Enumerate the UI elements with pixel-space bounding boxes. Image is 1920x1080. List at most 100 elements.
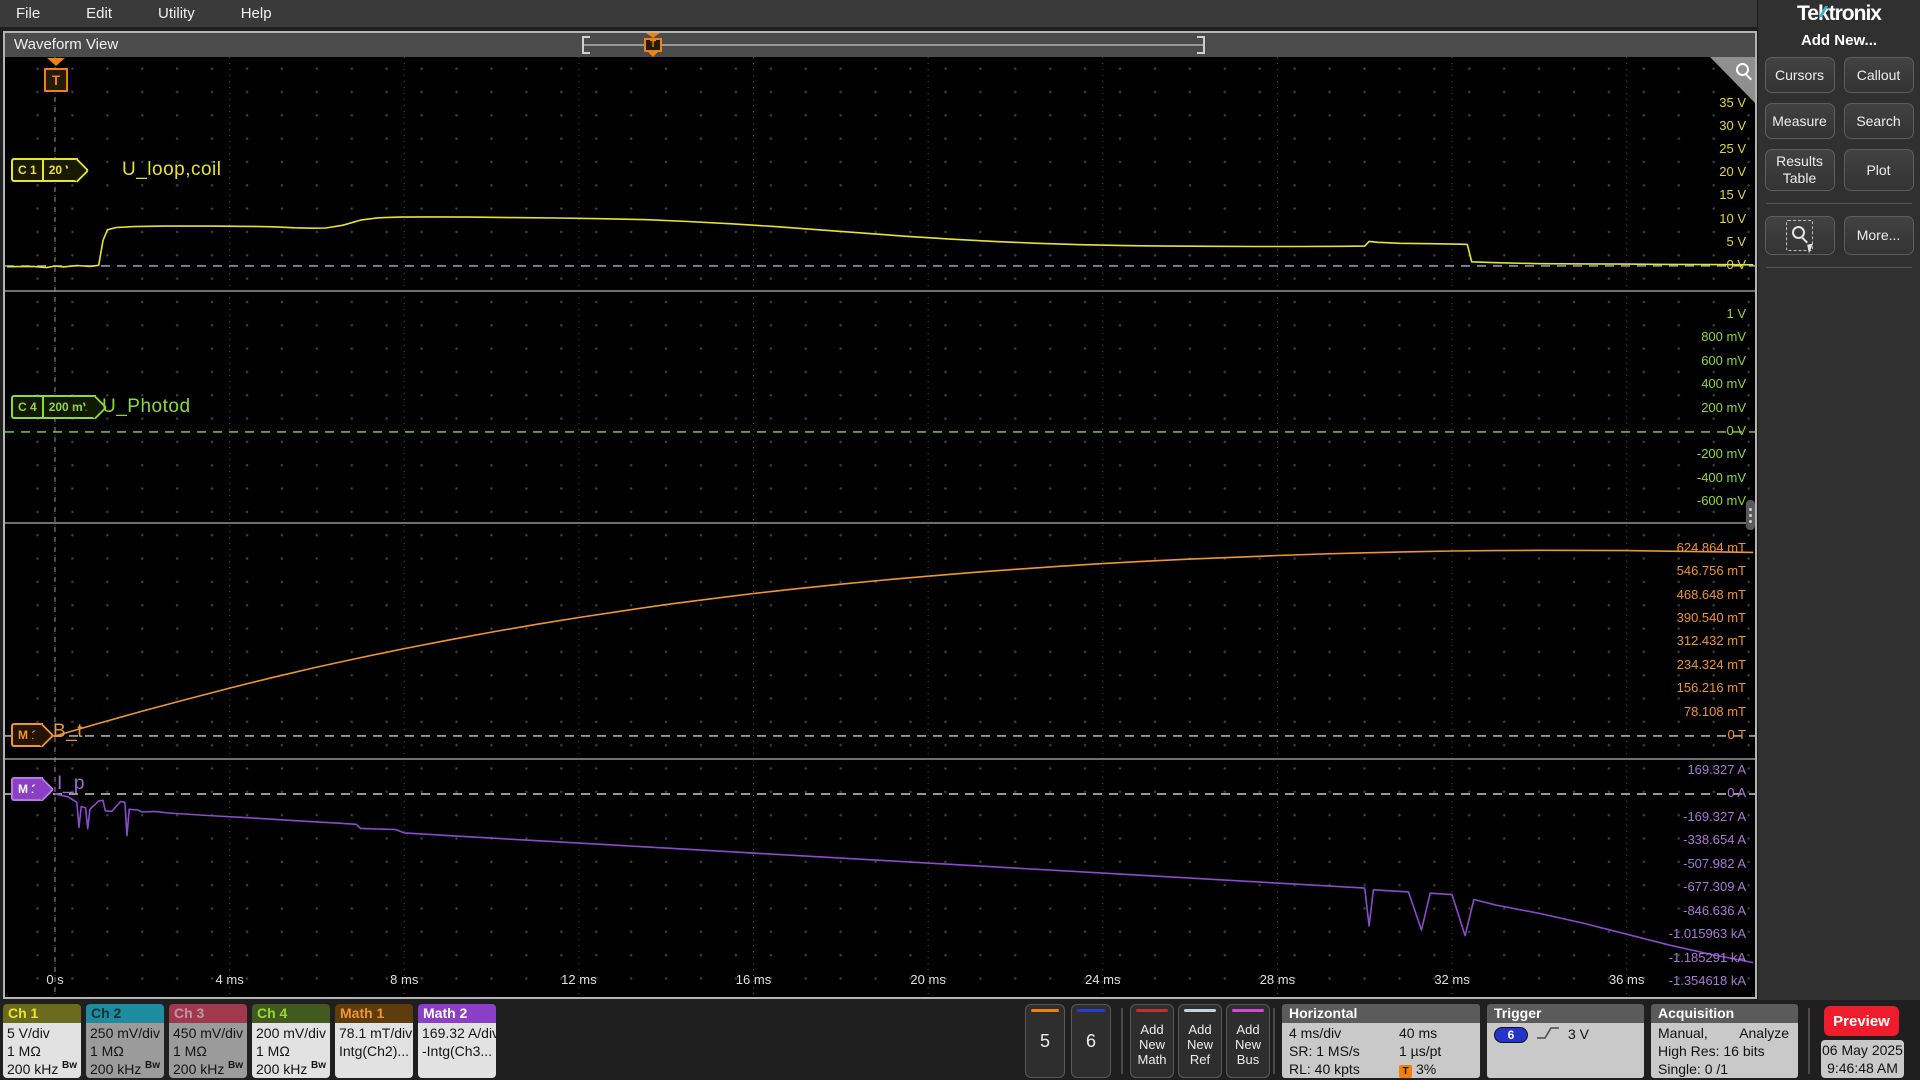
math2-axis-tick: -338.654 A: [1683, 832, 1746, 847]
ch4-axis-tick: -600 mV: [1696, 493, 1746, 509]
trigger-position-marker[interactable]: T: [643, 33, 665, 57]
waveform-plot[interactable]: 35 V 30 V 25 V 20 V 15 V 10 V 5 V 0 V 1 V 800 mV 6…: [5, 57, 1755, 997]
channel-scale: 250 mV/div: [90, 1025, 161, 1041]
math2-trace-label[interactable]: I_p: [57, 773, 85, 795]
plot-button[interactable]: Plot: [1843, 149, 1914, 191]
time-axis-tick: 12 ms: [561, 972, 597, 987]
trigger-marker-icon: T: [44, 68, 68, 92]
ch1-axis-tick: 5 V: [1726, 233, 1746, 249]
ch4-trace-label[interactable]: U_Photod: [102, 396, 191, 418]
channel-badge[interactable]: Ch 2 250 mV/div 1 MΩ 200 kHz Bw: [86, 1004, 164, 1078]
ch4-scale-badge[interactable]: C 4 200 mV: [11, 394, 108, 420]
ch1-axis-tick: 15 V: [1719, 187, 1746, 203]
trigger-time-marker[interactable]: T: [44, 58, 68, 100]
math1-axis-tick: 234.324 mT: [1676, 656, 1746, 672]
add-button-stripe: [1136, 1009, 1168, 1012]
waveform-view-titlebar: Waveform View T: [5, 33, 1755, 57]
channel-impedance: -Intg(Ch3...: [422, 1043, 493, 1059]
callout-button[interactable]: Callout: [1843, 57, 1914, 93]
ch4-axis-tick: 1 V: [1726, 305, 1746, 321]
channel-badge[interactable]: Ch 4 200 mV/div 1 MΩ 200 kHz Bw: [252, 1004, 330, 1078]
horizontal-panel[interactable]: Horizontal 4 ms/div 40 ms SR: 1 MS/s 1 µs/…: [1282, 1004, 1480, 1078]
window-title: Waveform View: [14, 36, 119, 53]
ch1-axis-tick: 25 V: [1719, 141, 1746, 157]
channel-badge[interactable]: Math 2 169.32 A/div -Intg(Ch3...: [418, 1004, 496, 1078]
horizontal-panel-title: Horizontal: [1282, 1004, 1480, 1023]
acquisition-mode: Manual,: [1658, 1025, 1708, 1041]
waveform-button[interactable]: 6: [1071, 1004, 1111, 1078]
channel-scale: 78.1 mT/div: [339, 1025, 413, 1041]
channel-scale: 5 V/div: [7, 1025, 50, 1041]
zoom-select-icon: [1786, 220, 1815, 254]
rising-edge-icon: [1537, 1027, 1559, 1039]
time-axis-tick: 16 ms: [735, 972, 772, 987]
waveform-button[interactable]: 5: [1025, 1004, 1065, 1078]
ch1-scale-badge[interactable]: C 1 20 V: [11, 157, 90, 183]
pane-drag-handle[interactable]: [1746, 500, 1755, 530]
channel-name: Ch 1: [3, 1004, 81, 1023]
add-new-button[interactable]: Add New Bus: [1226, 1004, 1270, 1078]
menu-file[interactable]: File: [16, 5, 40, 22]
add-new-button[interactable]: Add New Math: [1130, 1004, 1174, 1078]
logo-blue-slash: k: [1817, 1, 1830, 25]
trigger-level: 3 V: [1568, 1026, 1590, 1042]
cursors-button[interactable]: Cursors: [1764, 57, 1835, 93]
add-new-header: Add New...: [1800, 32, 1878, 49]
zoom-select-button[interactable]: [1764, 216, 1835, 255]
results-table-button[interactable]: Results Table: [1764, 149, 1835, 191]
channel-badge[interactable]: Ch 1 5 V/div 1 MΩ 200 kHz Bw: [3, 1004, 81, 1078]
more-button[interactable]: More...: [1843, 216, 1914, 255]
math1-axis-tick: 468.648 mT: [1676, 586, 1746, 602]
trigger-panel-title: Trigger: [1487, 1004, 1644, 1023]
search-button[interactable]: Search: [1843, 103, 1914, 139]
math1-trace: [54, 549, 1754, 737]
waveform-button-stripe: [1031, 1009, 1059, 1012]
sidebar-separator-2: [1766, 267, 1912, 268]
measure-button[interactable]: Measure: [1764, 103, 1835, 139]
time-axis-tick: 32 ms: [1434, 972, 1470, 987]
ch4-axis-tick: 200 mV: [1701, 399, 1746, 415]
scrollbar-right-bracket[interactable]: [1197, 36, 1205, 54]
channel-bandwidth: 200 kHz Bw: [7, 1060, 77, 1078]
trigger-panel[interactable]: Trigger 6 3 V: [1487, 1004, 1644, 1078]
ch1-axis-tick: 20 V: [1719, 164, 1746, 180]
math1-axis-tick: 312.432 mT: [1676, 633, 1746, 649]
math1-axis-tick: 546.756 mT: [1676, 563, 1746, 579]
menu-help[interactable]: Help: [241, 5, 272, 22]
menu-utility[interactable]: Utility: [158, 5, 195, 22]
math1-scale-badge[interactable]: M 1: [11, 722, 55, 748]
bottom-bar: Ch 1 5 V/div 1 MΩ 200 kHz Bw Ch 2 250 mV/…: [0, 1001, 1920, 1080]
channel-bandwidth: [422, 1060, 492, 1078]
waveform-view-window: Waveform View T 35 V 30 V 25 V 20 V 15 V 10 V…: [3, 31, 1757, 999]
date-label: 06 May 2025: [1822, 1042, 1903, 1058]
preview-button[interactable]: Preview: [1824, 1006, 1899, 1036]
acquisition-analyze: Analyze: [1739, 1025, 1789, 1041]
add-new-button[interactable]: Add New Ref: [1178, 1004, 1222, 1078]
bandwidth-limit-icon: Bw: [311, 1060, 326, 1071]
time-axis-tick: 28 ms: [1259, 972, 1296, 987]
channel-badge[interactable]: Ch 3 450 mV/div 1 MΩ 200 kHz Bw: [169, 1004, 247, 1078]
channel-name: Ch 4: [252, 1004, 330, 1023]
trigger-position-icon: T: [1399, 1065, 1412, 1078]
ch1-trace-label[interactable]: U_loop,coil: [122, 159, 222, 181]
horizontal-scrollbar[interactable]: [584, 44, 1203, 46]
math2-scale-badge[interactable]: M 2: [11, 776, 55, 802]
math2-axis-tick: -169.327 A: [1683, 808, 1746, 824]
math2-axis-tick: -1.354618 kA: [1668, 973, 1746, 989]
math2-axis-tick: -1.185291 kA: [1668, 949, 1746, 965]
math1-axis-tick: 156.216 mT: [1676, 680, 1746, 696]
acquisition-panel[interactable]: Acquisition Manual, Analyze High Res: 16 …: [1651, 1004, 1798, 1078]
ch4-axis-tick: -200 mV: [1696, 446, 1746, 462]
ch1-axis-tick: 30 V: [1719, 117, 1746, 133]
channel-name: Math 2: [418, 1004, 496, 1023]
menu-edit[interactable]: Edit: [86, 5, 112, 22]
waveform-button-stripe: [1077, 1009, 1105, 1012]
sidebar: Te k tronix Add New... Cursors Callout Mea…: [1757, 0, 1920, 1000]
math1-trace-label[interactable]: B_t: [53, 721, 83, 743]
trigger-source-badge: 6: [1494, 1026, 1528, 1043]
math2-trace: [54, 793, 1754, 964]
channel-badge[interactable]: Math 1 78.1 mT/div Intg(Ch2)...: [335, 1004, 413, 1078]
math1-axis-tick: 78.108 mT: [1683, 703, 1746, 719]
channel-badges: Ch 1 5 V/div 1 MΩ 200 kHz Bw Ch 2 250 mV/…: [3, 1004, 496, 1078]
waveform-traces: [5, 57, 1755, 997]
